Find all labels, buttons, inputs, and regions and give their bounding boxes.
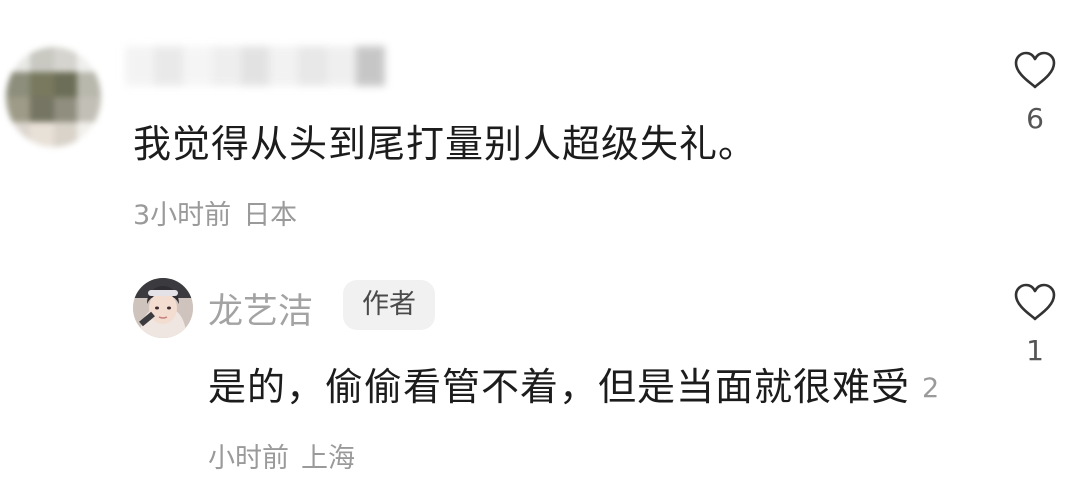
reply-item: 龙艺洁 作者 是的，偷偷看管不着，但是当面就很难受 2小时前 上海 1 [0, 260, 1078, 504]
comment-meta: 3小时前 日本 [133, 193, 297, 232]
like-count: 1 [1026, 334, 1044, 367]
avatar[interactable] [133, 278, 193, 338]
heart-outline-icon[interactable] [1013, 50, 1057, 90]
author-badge: 作者 [343, 280, 435, 330]
comment-text: 是的，偷偷看管不着，但是当面就很难受 2小时前 上海 [208, 353, 948, 493]
like-count: 6 [1026, 102, 1044, 135]
comment-time: 3小时前 [133, 200, 232, 231]
comment-location: 日本 [243, 200, 298, 231]
heart-outline-icon[interactable] [1013, 282, 1057, 322]
comment-thread: 我觉得从头到尾打量别人超级失礼。 3小时前 日本 6 龙艺洁 作者 是的，偷偷看… [0, 0, 1078, 504]
avatar[interactable] [6, 47, 101, 147]
like-button[interactable]: 1 [1000, 282, 1070, 367]
user-avatar-image [133, 278, 193, 338]
username[interactable]: 龙艺洁 [208, 283, 313, 334]
comment-text: 我觉得从头到尾打量别人超级失礼。 [133, 122, 758, 166]
username-blurred[interactable] [125, 46, 385, 86]
reply-text: 是的，偷偷看管不着，但是当面就很难受 [208, 365, 911, 409]
comment-location: 上海 [301, 443, 355, 474]
comment-item: 我觉得从头到尾打量别人超级失礼。 3小时前 日本 6 [0, 0, 1078, 250]
like-button[interactable]: 6 [1000, 50, 1070, 135]
